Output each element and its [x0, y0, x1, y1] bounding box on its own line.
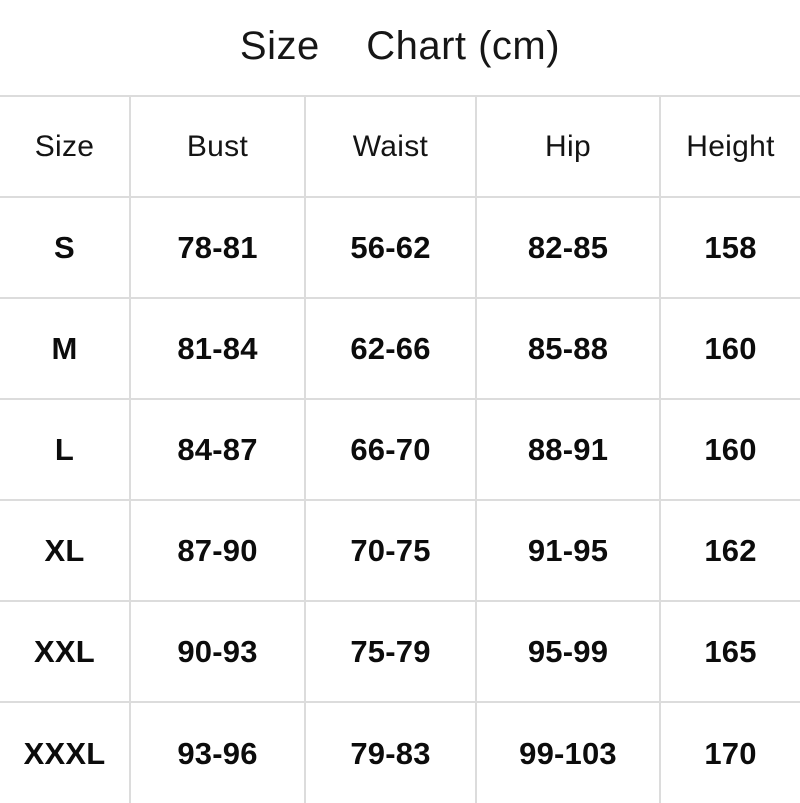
cell-waist: 75-79 — [305, 601, 477, 703]
table-body: S 78-81 56-62 82-85 158 M 81-84 62-66 85… — [0, 197, 800, 803]
column-header-height: Height — [660, 95, 800, 198]
cell-waist: 70-75 — [305, 500, 477, 602]
cell-hip: 82-85 — [476, 197, 661, 299]
cell-hip: 85-88 — [476, 298, 661, 400]
cell-height: 162 — [660, 500, 800, 602]
cell-waist: 62-66 — [305, 298, 477, 400]
column-header-bust: Bust — [130, 95, 306, 198]
table-header-row: Size Bust Waist Hip Height — [0, 95, 800, 198]
size-chart-table: Size Bust Waist Hip Height S 78-81 56-62… — [0, 95, 800, 803]
table-row: XL 87-90 70-75 91-95 162 — [0, 500, 800, 602]
title-area: Size Chart (cm) — [0, 0, 800, 95]
table-row: L 84-87 66-70 88-91 160 — [0, 399, 800, 501]
cell-bust: 78-81 — [130, 197, 306, 299]
cell-waist: 56-62 — [305, 197, 477, 299]
cell-waist: 66-70 — [305, 399, 477, 501]
cell-size: S — [0, 197, 131, 299]
table-row: S 78-81 56-62 82-85 158 — [0, 197, 800, 299]
column-header-waist: Waist — [305, 95, 477, 198]
cell-hip: 95-99 — [476, 601, 661, 703]
cell-hip: 99-103 — [476, 702, 661, 803]
cell-hip: 88-91 — [476, 399, 661, 501]
cell-hip: 91-95 — [476, 500, 661, 602]
cell-waist: 79-83 — [305, 702, 477, 803]
cell-size: L — [0, 399, 131, 501]
table-header: Size Bust Waist Hip Height — [0, 95, 800, 198]
column-header-hip: Hip — [476, 95, 661, 198]
cell-height: 170 — [660, 702, 800, 803]
size-chart-sheet: Size Chart (cm) Size Bust Waist Hip Heig… — [0, 0, 800, 803]
cell-bust: 84-87 — [130, 399, 306, 501]
page-title: Size Chart (cm) — [239, 23, 561, 68]
cell-height: 160 — [660, 298, 800, 400]
cell-height: 160 — [660, 399, 800, 501]
cell-bust: 87-90 — [130, 500, 306, 602]
cell-size: XXL — [0, 601, 131, 703]
cell-height: 165 — [660, 601, 800, 703]
cell-size: XXXL — [0, 702, 131, 803]
cell-size: M — [0, 298, 131, 400]
cell-bust: 93-96 — [130, 702, 306, 803]
table-row: XXL 90-93 75-79 95-99 165 — [0, 601, 800, 703]
cell-bust: 90-93 — [130, 601, 306, 703]
table-row: XXXL 93-96 79-83 99-103 170 — [0, 702, 800, 803]
column-header-size: Size — [0, 95, 131, 198]
cell-size: XL — [0, 500, 131, 602]
table-row: M 81-84 62-66 85-88 160 — [0, 298, 800, 400]
cell-bust: 81-84 — [130, 298, 306, 400]
cell-height: 158 — [660, 197, 800, 299]
